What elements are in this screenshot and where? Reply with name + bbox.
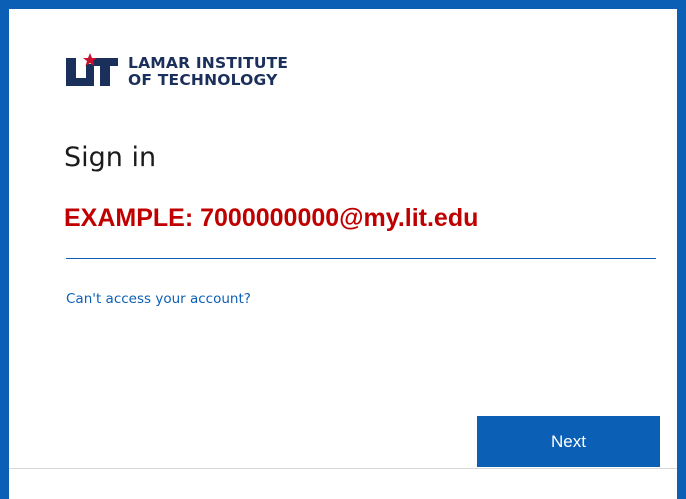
email-field[interactable] <box>66 222 656 259</box>
page-title: Sign in <box>64 142 157 173</box>
lit-logo: LAMAR INSTITUTE OF TECHNOLOGY <box>64 52 288 92</box>
lit-logo-mark <box>64 52 122 92</box>
logo-line1: LAMAR INSTITUTE <box>128 54 289 72</box>
card-bottom-divider <box>9 468 677 469</box>
logo-line2: OF TECHNOLOGY <box>128 71 278 89</box>
lit-logo-icon <box>66 53 118 86</box>
cant-access-account-link[interactable]: Can't access your account? <box>66 291 251 307</box>
next-button[interactable]: Next <box>477 416 660 467</box>
lit-logo-text: LAMAR INSTITUTE OF TECHNOLOGY <box>128 55 288 89</box>
